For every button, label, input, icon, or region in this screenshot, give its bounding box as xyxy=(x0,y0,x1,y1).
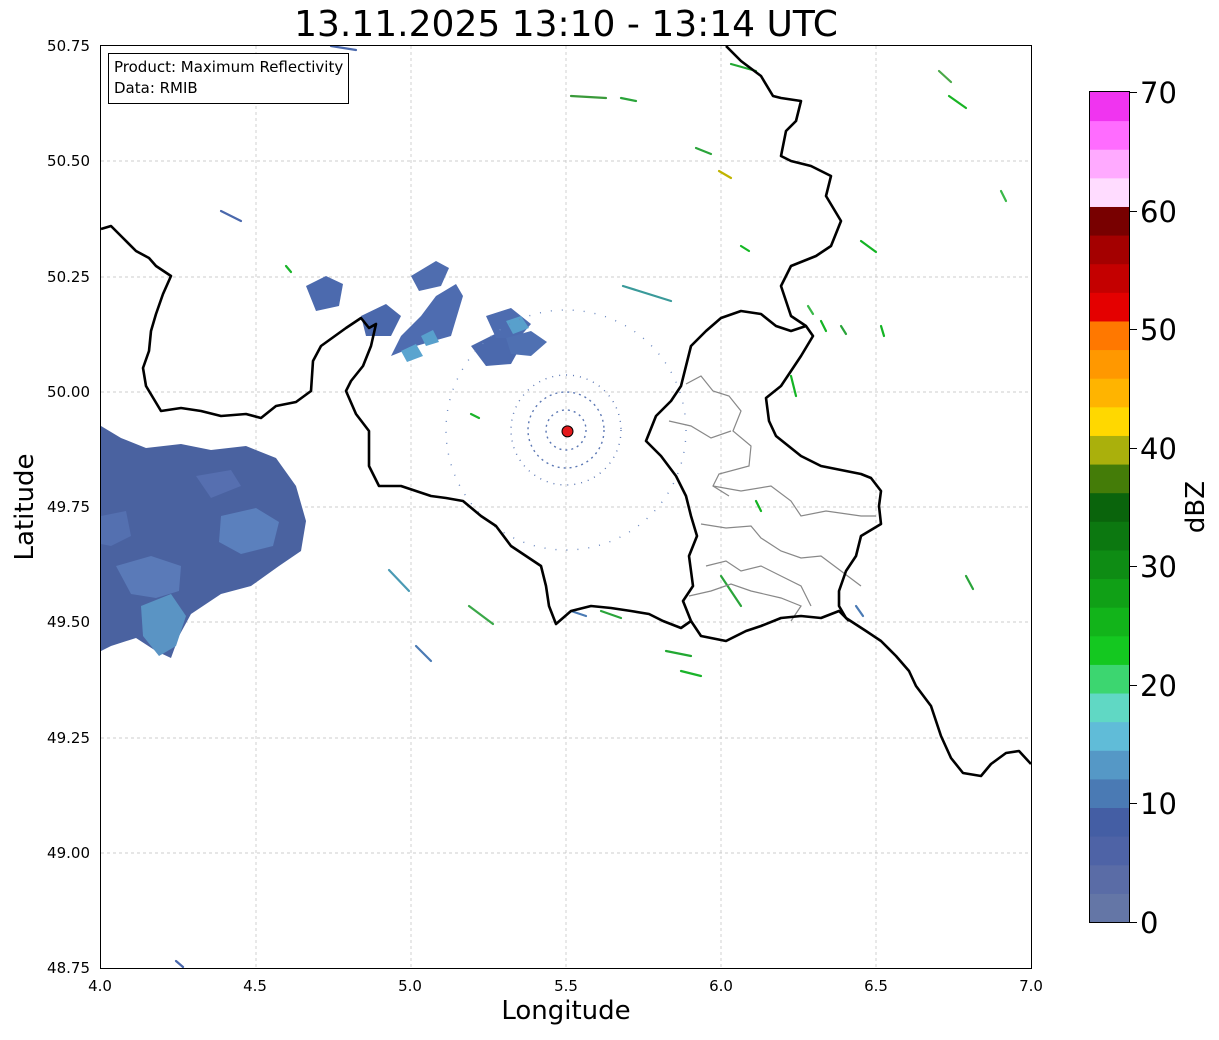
y-tick-49.00: 49.00 xyxy=(47,844,90,862)
cb-tick-40: 40 xyxy=(1140,432,1177,466)
x-tick-5.5: 5.5 xyxy=(554,977,578,995)
colorbar-segment xyxy=(1090,378,1129,408)
radar-site-marker xyxy=(561,425,574,438)
cb-tickmark-40 xyxy=(1130,448,1137,449)
colorbar xyxy=(1089,91,1130,923)
y-tick-48.75: 48.75 xyxy=(47,959,90,977)
colorbar-segment xyxy=(1090,435,1129,465)
map-panel: Product: Maximum Reflectivity Data: RMIB xyxy=(100,45,1032,969)
colorbar-segment xyxy=(1090,464,1129,494)
y-tick-50.25: 50.25 xyxy=(47,268,90,286)
cb-tickmark-50 xyxy=(1130,329,1137,330)
y-axis-label: Latitude xyxy=(10,453,40,561)
radar-map xyxy=(101,46,1031,968)
colorbar-segment xyxy=(1090,177,1129,207)
colorbar-segment xyxy=(1090,263,1129,293)
y-tick-50.50: 50.50 xyxy=(47,152,90,170)
x-tick-5.0: 5.0 xyxy=(398,977,422,995)
x-tick-6.0: 6.0 xyxy=(709,977,733,995)
colorbar-segment xyxy=(1090,120,1129,150)
colorbar-segment xyxy=(1090,235,1129,265)
cb-tickmark-70 xyxy=(1130,92,1137,93)
cb-tick-10: 10 xyxy=(1140,787,1177,821)
colorbar-segment xyxy=(1090,778,1129,809)
colorbar-segment xyxy=(1090,864,1129,894)
y-tick-50.75: 50.75 xyxy=(47,37,90,55)
colorbar-segment xyxy=(1090,750,1129,780)
colorbar-segment xyxy=(1090,664,1129,694)
colorbar-segment xyxy=(1090,521,1129,551)
figure-title: 13.11.2025 13:10 - 13:14 UTC xyxy=(294,4,838,45)
cb-tickmark-30 xyxy=(1130,566,1137,567)
x-tick-7.0: 7.0 xyxy=(1019,977,1043,995)
cb-tick-50: 50 xyxy=(1140,313,1177,347)
product-info-box: Product: Maximum Reflectivity Data: RMIB xyxy=(108,53,350,104)
colorbar-segment xyxy=(1090,635,1129,665)
colorbar-segment xyxy=(1090,349,1129,379)
colorbar-segment xyxy=(1090,320,1129,351)
data-source-label: Data: RMIB xyxy=(114,79,198,97)
colorbar-segment xyxy=(1090,406,1129,436)
colorbar-segment xyxy=(1090,807,1129,837)
colorbar-segment xyxy=(1090,149,1129,179)
colorbar-segment xyxy=(1090,721,1129,751)
cb-tickmark-10 xyxy=(1130,803,1137,804)
x-tick-6.5: 6.5 xyxy=(864,977,888,995)
cb-tickmark-60 xyxy=(1130,211,1137,212)
colorbar-segment xyxy=(1090,492,1129,522)
colorbar-label: dBZ xyxy=(1181,480,1211,534)
cb-tick-0: 0 xyxy=(1140,906,1159,940)
cb-tick-70: 70 xyxy=(1140,76,1177,110)
radar-figure: 13.11.2025 13:10 - 13:14 UTC Product: Ma… xyxy=(0,0,1219,1040)
colorbar-segment xyxy=(1090,206,1129,236)
colorbar-segment xyxy=(1090,292,1129,322)
colorbar-segment xyxy=(1090,893,1129,922)
cb-tickmark-0 xyxy=(1130,922,1137,923)
cb-tick-60: 60 xyxy=(1140,195,1177,229)
colorbar-segment xyxy=(1090,607,1129,637)
x-tick-4.0: 4.0 xyxy=(88,977,112,995)
y-tick-49.50: 49.50 xyxy=(47,613,90,631)
cb-tick-20: 20 xyxy=(1140,669,1177,703)
precip-area-west xyxy=(101,426,306,658)
cb-tickmark-20 xyxy=(1130,685,1137,686)
x-tick-4.5: 4.5 xyxy=(243,977,267,995)
product-label: Product: Maximum Reflectivity xyxy=(114,58,344,76)
canton-borders xyxy=(668,375,876,622)
y-tick-50.00: 50.00 xyxy=(47,383,90,401)
colorbar-segment xyxy=(1090,549,1129,580)
colorbar-segment xyxy=(1090,693,1129,723)
colorbar-segment xyxy=(1090,836,1129,866)
colorbar-segment xyxy=(1090,578,1129,608)
cb-tick-30: 30 xyxy=(1140,550,1177,584)
y-tick-49.25: 49.25 xyxy=(47,729,90,747)
x-axis-label: Longitude xyxy=(501,996,631,1026)
colorbar-segment xyxy=(1090,92,1129,122)
